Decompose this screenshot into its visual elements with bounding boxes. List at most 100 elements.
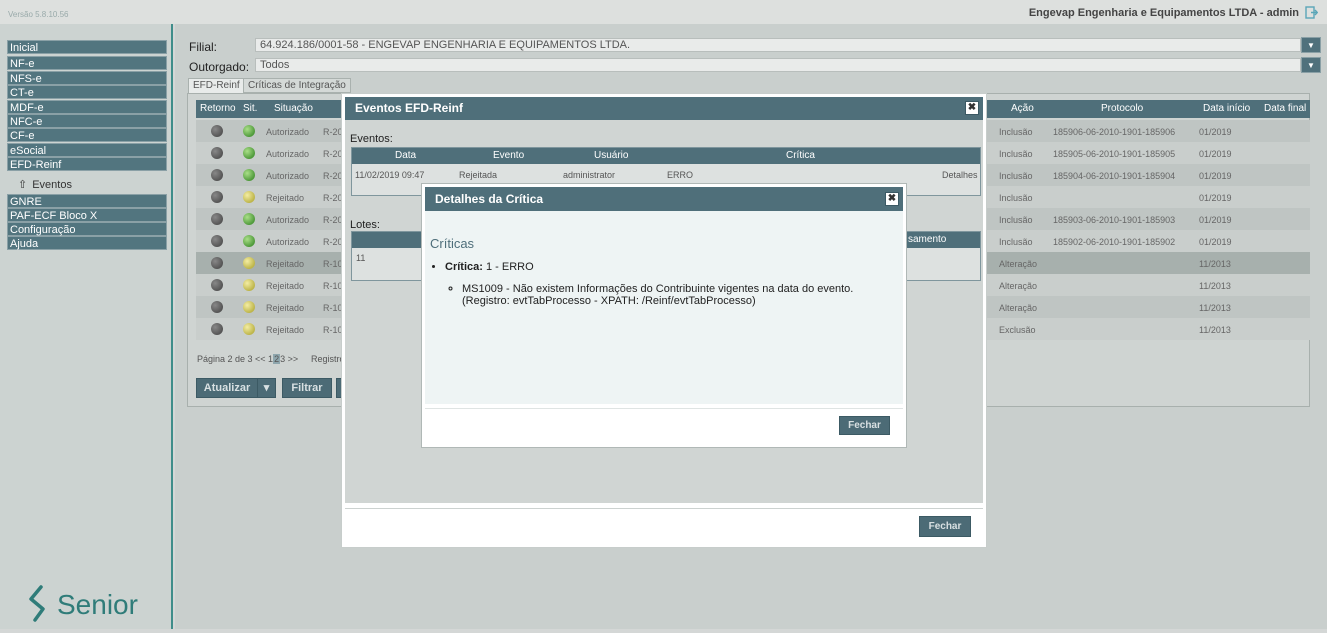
logo-text: Senior [57,589,138,620]
retorno-status-icon[interactable] [211,235,223,247]
col-evento[interactable]: Evento [493,150,524,161]
eventos-modal-close-icon[interactable]: ✖ [965,101,979,115]
retorno-status-icon[interactable] [211,191,223,203]
situacao-yellow-icon [243,257,255,269]
cell-acao: Alteração [999,259,1038,269]
eventos-fechar-button[interactable]: Fechar [919,516,971,537]
lotes-cell: 11 [356,253,366,263]
detalhes-critica-title: Detalhes da Crítica [425,187,903,211]
cell-protocolo: 185906-06-2010-1901-185906 [1053,127,1176,137]
filial-dropdown-button[interactable]: ▼ [1301,37,1321,53]
situacao-yellow-icon [243,323,255,335]
lotes-label: Lotes: [350,219,380,231]
cell-situacao: Autorizado [266,171,310,181]
logout-icon[interactable] [1305,6,1318,19]
cell-protocolo: 185905-06-2010-1901-185905 [1053,149,1176,159]
sidebar-item-mdfe[interactable]: MDF-e [7,100,167,114]
sidebar-subitem-label: Eventos [32,179,72,191]
atualizar-dropdown-button[interactable]: ▾ [257,378,276,398]
cell-acao: Exclusão [999,325,1036,335]
retorno-status-icon[interactable] [211,301,223,313]
critica-item: Crítica: 1 - ERRO MS1009 - Não existem I… [445,261,895,307]
pager-suffix[interactable]: 3 >> [280,354,298,364]
outorgado-dropdown-button[interactable]: ▼ [1301,57,1321,73]
cell-data-inicio: 01/2019 [1199,215,1232,225]
detalhes-critica-close-icon[interactable]: ✖ [885,192,899,206]
sidebar-item-efd-reinf[interactable]: EFD-Reinf [7,157,167,171]
pager-prefix[interactable]: Página 2 de 3 << 1 [197,354,273,364]
cell-evento: R-20 [323,127,343,137]
pagination: Página 2 de 3 << 123 >> [197,354,298,364]
senior-logo-icon [29,585,45,622]
detalhes-critica-body: Críticas Crítica: 1 - ERRO MS1009 - Não … [425,211,903,404]
retorno-status-icon[interactable] [211,257,223,269]
col-processamento[interactable]: samento [908,234,946,245]
tab-efd-reinf[interactable]: EFD-Reinf [188,78,245,93]
col-retorno[interactable]: Retorno [200,103,236,114]
col-data[interactable]: Data [395,150,416,161]
situacao-yellow-icon [243,191,255,203]
retorno-status-icon[interactable] [211,147,223,159]
cell-data-inicio: 01/2019 [1199,171,1232,181]
outorgado-select[interactable]: Todos [255,58,1301,72]
cell-protocolo: 185903-06-2010-1901-185903 [1053,215,1176,225]
cell-acao: Alteração [999,281,1038,291]
filtrar-button[interactable]: Filtrar [282,378,332,398]
situacao-yellow-icon [243,301,255,313]
sidebar: Inicial NF-e NFS-e CT-e MDF-e NFC-e CF-e… [0,24,173,629]
col-protocolo[interactable]: Protocolo [1101,103,1143,114]
sidebar-item-paf-ecf[interactable]: PAF-ECF Bloco X [7,208,167,222]
col-acao[interactable]: Ação [1011,103,1034,114]
cell-evento: R-10 [323,259,343,269]
detalhes-link[interactable]: Detalhes [942,170,978,180]
situacao-green-icon [243,169,255,181]
cell-data-inicio: 11/2013 [1199,259,1231,269]
sidebar-item-cfe[interactable]: CF-e [7,128,167,142]
cell-evento: R-10 [323,325,343,335]
sidebar-item-esocial[interactable]: eSocial [7,143,167,157]
retorno-status-icon[interactable] [211,125,223,137]
cell-situacao: Autorizado [266,149,310,159]
col-sit[interactable]: Sit. [243,103,257,114]
col-usuario[interactable]: Usuário [594,150,628,161]
cell-evento: R-10 [323,303,343,313]
cell-evento: R-20 [323,149,343,159]
sidebar-subitem-eventos[interactable]: ⇧ Eventos [18,178,72,192]
critica-item-label: Crítica: [445,261,483,273]
critica-item-value: 1 - ERRO [485,261,534,273]
filial-select[interactable]: 64.924.186/0001-58 - ENGEVAP ENGENHARIA … [255,38,1301,52]
retorno-status-icon[interactable] [211,169,223,181]
sidebar-item-nfse[interactable]: NFS-e [7,71,167,85]
detalhes-critica-modal: Detalhes da Crítica ✖ Críticas Crítica: … [421,183,907,448]
retorno-status-icon[interactable] [211,323,223,335]
sidebar-item-configuracao[interactable]: Configuração [7,222,167,236]
retorno-status-icon[interactable] [211,213,223,225]
cell-data-inicio: 01/2019 [1199,237,1232,247]
col-data-inicio[interactable]: Data início [1203,103,1250,114]
sidebar-item-nfce[interactable]: NFC-e [7,114,167,128]
sidebar-item-cte[interactable]: CT-e [7,85,167,99]
tab-criticas-integracao[interactable]: Críticas de Integração [243,78,351,93]
detalhes-critica-divider [425,408,903,409]
version-label: Versão 5.8.10.56 [8,10,69,19]
cell-data: 11/02/2019 09:47 [355,170,425,180]
retorno-status-icon[interactable] [211,279,223,291]
cell-acao: Inclusão [999,215,1033,225]
situacao-green-icon [243,213,255,225]
col-data-final[interactable]: Data final [1264,103,1306,114]
cell-usuario: administrator [563,170,616,180]
sidebar-item-ajuda[interactable]: Ajuda [7,236,167,250]
critica-detail: MS1009 - Não existem Informações do Cont… [462,283,885,307]
cell-data-inicio: 11/2013 [1199,325,1231,335]
sidebar-item-nfe[interactable]: NF-e [7,56,167,70]
atualizar-button[interactable]: Atualizar [196,378,258,398]
cell-data-inicio: 11/2013 [1199,281,1231,291]
senior-logo: Senior [26,585,151,625]
sidebar-item-inicial[interactable]: Inicial [7,40,167,54]
sidebar-item-gnre[interactable]: GNRE [7,194,167,208]
cell-situacao: Rejeitado [266,259,305,269]
col-critica[interactable]: Crítica [786,150,815,161]
critica-fechar-button[interactable]: Fechar [839,416,890,435]
cell-acao: Inclusão [999,127,1033,137]
col-situacao[interactable]: Situação [274,103,313,114]
